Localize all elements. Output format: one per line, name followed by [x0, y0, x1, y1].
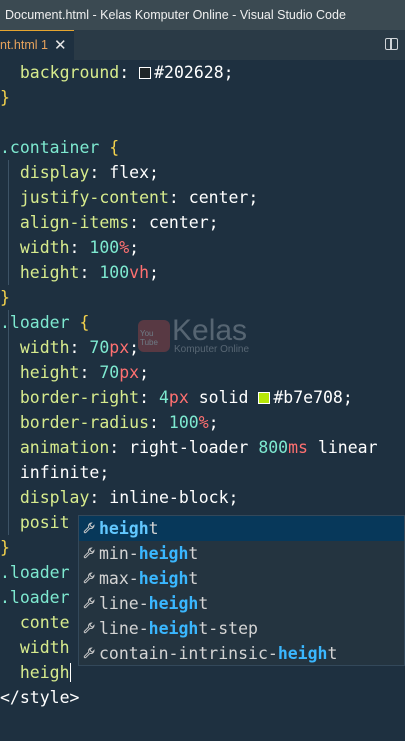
code-line-7: align-items: center;	[19, 213, 219, 232]
code-line-4: .container {	[0, 138, 120, 157]
text-cursor	[69, 663, 72, 682]
suggestion-item[interactable]: contain-intrinsic-height	[79, 641, 404, 666]
code-line-16: animation: right-loader 800ms linear	[19, 438, 378, 457]
code-line-12: width: 70px;	[19, 338, 140, 357]
suggestion-item[interactable]: height	[79, 516, 404, 541]
window-title-bar: Document.html - Kelas Komputer Online - …	[0, 0, 405, 30]
code-line-22: .loader	[0, 588, 70, 607]
code-line-15: border-radius: 100%;	[19, 413, 219, 432]
code-line-9: height: 100vh;	[19, 263, 159, 282]
code-line-20: }	[0, 538, 10, 557]
code-line-24: width	[19, 638, 70, 657]
wrench-icon	[83, 647, 95, 659]
code-line-11: .loader {	[0, 313, 90, 332]
youtube-logo-icon	[138, 320, 170, 352]
code-line-18: display: inline-block;	[19, 488, 239, 507]
color-swatch-green[interactable]	[258, 392, 271, 404]
wrench-icon	[83, 547, 95, 559]
code-line-23: conte	[19, 613, 70, 632]
autocomplete-dropdown[interactable]: height min-height max-height line-height…	[78, 515, 405, 666]
color-swatch-dark[interactable]	[139, 67, 152, 79]
wrench-icon	[83, 572, 95, 584]
code-line-1: background: #202628;	[19, 63, 234, 82]
wrench-icon	[83, 522, 95, 534]
suggestion-item[interactable]: line-height-step	[79, 616, 404, 641]
code-line-14: border-right: 4px solid #b7e708;	[19, 388, 353, 407]
code-line-26: </style>	[0, 688, 80, 707]
suggestion-item[interactable]: max-height	[79, 566, 404, 591]
tab-document-html[interactable]: nt.html 1 ✕	[0, 30, 74, 60]
code-line-2: }	[0, 88, 10, 107]
wrench-icon	[83, 622, 95, 634]
watermark-title: Kelas	[172, 314, 248, 347]
code-line-13: height: 70px;	[19, 363, 150, 382]
code-line-19: posit	[19, 513, 70, 532]
split-editor-icon[interactable]	[385, 38, 398, 50]
editor-tab-bar: nt.html 1 ✕	[0, 30, 405, 60]
code-line-21: .loader	[0, 563, 70, 582]
watermark-subtitle: Komputer Online	[174, 344, 250, 355]
wrench-icon	[83, 597, 95, 609]
tab-label: nt.html 1	[0, 38, 48, 52]
code-line-17: infinite;	[19, 463, 110, 482]
suggestion-item[interactable]: min-height	[79, 541, 404, 566]
code-line-5: display: flex;	[19, 163, 159, 182]
suggestion-item[interactable]: line-height	[79, 591, 404, 616]
code-line-6: justify-content: center;	[19, 188, 259, 207]
code-line-8: width: 100%;	[19, 238, 140, 257]
code-line-10: }	[0, 288, 10, 307]
window-title: Document.html - Kelas Komputer Online - …	[5, 8, 346, 22]
code-line-25: heigh	[19, 663, 72, 682]
close-icon[interactable]: ✕	[54, 31, 67, 60]
channel-watermark: Kelas Komputer Online	[138, 314, 268, 362]
